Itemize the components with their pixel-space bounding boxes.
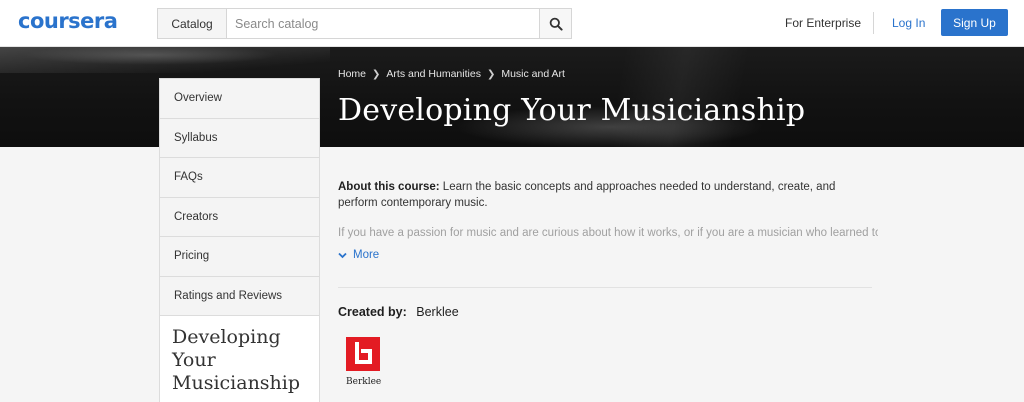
- sidebar-title-line: Your: [172, 349, 216, 371]
- berklee-logo[interactable]: Berklee: [346, 337, 386, 387]
- sidebar-title-line: Developing: [172, 326, 281, 348]
- search-button[interactable]: [539, 9, 571, 38]
- nav-divider: [873, 12, 874, 34]
- search-bar: Catalog: [157, 8, 572, 39]
- breadcrumb-music-and-art[interactable]: Music and Art: [501, 68, 565, 80]
- sidebar-item-ratings-and-reviews[interactable]: Ratings and Reviews: [160, 276, 319, 316]
- sidebar-item-creators[interactable]: Creators: [160, 197, 319, 237]
- sidebar-title-line: Musicianship: [172, 372, 301, 394]
- berklee-logo-icon: [346, 337, 380, 371]
- sidebar-item-overview[interactable]: Overview: [160, 79, 319, 119]
- signup-button[interactable]: Sign Up: [941, 9, 1008, 36]
- hero-background-decoration: [0, 47, 330, 73]
- berklee-logo-text: Berklee: [346, 377, 382, 387]
- course-description-faded: If you have a passion for music and are …: [338, 227, 878, 239]
- sidebar-item-syllabus[interactable]: Syllabus: [160, 118, 319, 158]
- section-divider: [338, 287, 872, 288]
- catalog-button[interactable]: Catalog: [158, 9, 227, 38]
- breadcrumb-home[interactable]: Home: [338, 68, 366, 80]
- sidebar-item-faqs[interactable]: FAQs: [160, 158, 319, 198]
- search-input[interactable]: [227, 9, 539, 38]
- course-sidebar: Overview Syllabus FAQs Creators Pricing …: [159, 78, 320, 402]
- breadcrumb-arts-and-humanities[interactable]: Arts and Humanities: [386, 68, 481, 80]
- chevron-right-icon: ❯: [372, 68, 381, 80]
- about-label: About this course:: [338, 181, 440, 193]
- more-label: More: [353, 249, 380, 261]
- created-by: Created by: Berklee: [338, 305, 459, 319]
- coursera-logo[interactable]: coursera: [18, 9, 118, 33]
- chevron-down-icon: [338, 252, 347, 258]
- creator-name[interactable]: Berklee: [416, 305, 458, 319]
- for-enterprise-link[interactable]: For Enterprise: [785, 16, 861, 30]
- search-icon: [549, 17, 563, 31]
- about-course: About this course: Learn the basic conce…: [338, 179, 878, 211]
- more-button[interactable]: More: [338, 249, 379, 261]
- chevron-right-icon: ❯: [486, 68, 496, 80]
- created-by-label: Created by:: [338, 305, 407, 319]
- top-navbar: coursera Catalog For Enterprise Log In S…: [0, 0, 1024, 47]
- sidebar-course-title: Developing Your Musicianship: [160, 316, 319, 402]
- breadcrumb: Home ❯ Arts and Humanities ❯ Music and A…: [338, 68, 565, 80]
- hero-banner: Home ❯ Arts and Humanities ❯ Music and A…: [0, 47, 1024, 147]
- page-title: Developing Your Musicianship: [338, 93, 806, 128]
- login-link[interactable]: Log In: [892, 16, 925, 30]
- sidebar-item-pricing[interactable]: Pricing: [160, 237, 319, 277]
